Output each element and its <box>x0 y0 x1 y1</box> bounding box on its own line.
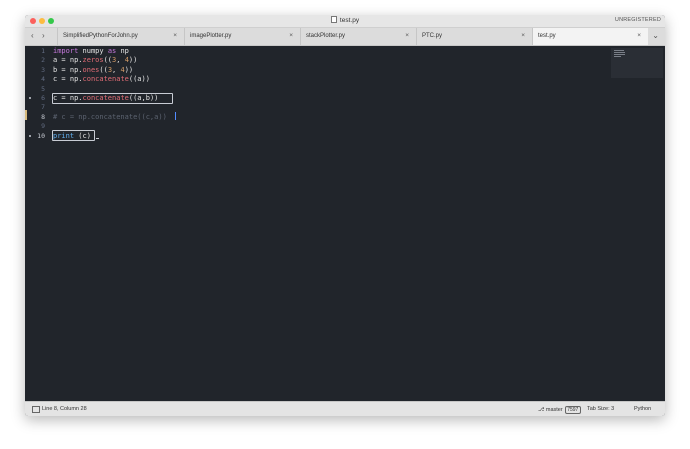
keyword: import <box>53 47 79 55</box>
file-icon <box>330 16 337 23</box>
keyword: as <box>107 47 117 55</box>
line-marker-dot <box>29 97 31 99</box>
branch-name: master <box>545 407 563 413</box>
tab-ptc[interactable]: PTC.py × <box>416 28 532 45</box>
tab-size[interactable]: Tab Size: 3 <box>587 406 614 412</box>
tab-stackplotter[interactable]: stackPlotter.py × <box>300 28 416 45</box>
code-line[interactable]: 3 b = np.ones((3, 4)) <box>25 65 665 75</box>
minimap-line <box>614 52 625 53</box>
window-title-text: test.py <box>339 17 360 24</box>
tab-label: stackPlotter.py <box>306 33 346 39</box>
code-line[interactable]: 1 import numpy as np <box>25 46 665 56</box>
status-bar: Line 8, Column 28 ⎇ master 7597 Tab Size:… <box>25 401 665 416</box>
code-text: a = np. <box>53 56 83 65</box>
panel-toggle-icon[interactable] <box>32 406 40 413</box>
line-number: 8 <box>41 112 45 121</box>
tab-close-icon[interactable]: × <box>289 32 293 39</box>
minimap-line <box>614 50 624 51</box>
code-text: numpy <box>78 47 108 55</box>
function-name: concatenate <box>82 75 129 84</box>
line-number: 4 <box>41 75 45 84</box>
code-line[interactable]: 4 c = np.concatenate((a)) <box>25 74 665 84</box>
code-line[interactable]: 5 <box>25 84 665 94</box>
tab-close-icon[interactable]: × <box>637 32 641 39</box>
code-line[interactable]: 8 # c = np.concatenate((c,a)) <box>25 112 665 122</box>
syntax-language[interactable]: Python <box>634 406 651 412</box>
line-number: 5 <box>41 84 45 93</box>
minimap-line <box>614 54 625 55</box>
branch-icon: ⎇ <box>538 407 546 413</box>
selection-box <box>52 130 95 142</box>
line-number: 1 <box>41 47 45 55</box>
minimap-line <box>614 56 621 57</box>
tab-simplifiedpythonforjohn[interactable]: SimplifiedPythonForJohn.py × <box>57 28 184 45</box>
code-text: , <box>116 56 125 65</box>
tab-label: PTC.py <box>422 33 443 39</box>
function-name: zeros <box>82 56 104 65</box>
text-cursor-underscore <box>96 138 99 139</box>
window-title: test.py <box>25 16 665 24</box>
line-number: 6 <box>41 94 45 102</box>
comment-text: # c = np.concatenate((c,a)) <box>53 112 167 121</box>
tab-label: SimplifiedPythonForJohn.py <box>63 33 138 39</box>
tab-close-icon[interactable]: × <box>521 32 525 39</box>
tab-label: test.py <box>538 33 556 39</box>
code-text: (( <box>103 56 113 65</box>
tab-imageplotter[interactable]: imagePlotter.py × <box>184 28 300 45</box>
minimap[interactable] <box>611 48 663 78</box>
chevron-down-icon[interactable]: ⌄ <box>652 31 659 40</box>
editor-window: test.py UNREGISTERED ‹ › SimplifiedPytho… <box>25 15 665 416</box>
title-bar: test.py UNREGISTERED <box>25 15 665 28</box>
line-number: 7 <box>41 103 45 112</box>
line-number: 10 <box>37 131 45 140</box>
code-text: )) <box>128 56 138 65</box>
back-icon[interactable]: ‹ <box>31 31 34 40</box>
forward-icon[interactable]: › <box>42 31 45 40</box>
git-branch[interactable]: ⎇ master 7597 <box>538 406 581 414</box>
code-line[interactable]: 9 <box>25 121 665 131</box>
code-line[interactable]: 7 <box>25 102 665 112</box>
code-line[interactable]: 10 print (c) <box>25 131 665 141</box>
tab-bar: ‹ › SimplifiedPythonForJohn.py × imagePl… <box>25 28 665 46</box>
line-number: 3 <box>41 65 45 74</box>
line-number: 9 <box>41 122 45 131</box>
function-name: ones <box>82 65 100 74</box>
code-text: b = np. <box>53 65 83 74</box>
line-marker-dot <box>29 134 31 137</box>
code-text: np <box>116 47 129 55</box>
tab-close-icon[interactable]: × <box>405 32 409 39</box>
text-cursor <box>175 112 176 120</box>
branch-badge: 7597 <box>564 406 581 414</box>
tab-test[interactable]: test.py × <box>532 28 648 45</box>
tab-close-icon[interactable]: × <box>173 32 177 39</box>
unregistered-label: UNREGISTERED <box>614 17 661 23</box>
code-editor[interactable]: 1 import numpy as np 2 a = np.zeros((3, … <box>25 46 665 401</box>
code-line[interactable]: 2 a = np.zeros((3, 4)) <box>25 55 665 65</box>
line-number: 2 <box>41 56 45 65</box>
code-text: ((a)) <box>128 75 150 84</box>
code-text: (( <box>99 65 108 74</box>
code-text: c = np. <box>53 75 83 84</box>
code-text: )) <box>124 65 134 74</box>
tab-label: imagePlotter.py <box>190 33 232 39</box>
cursor-position[interactable]: Line 8, Column 28 <box>42 406 87 412</box>
